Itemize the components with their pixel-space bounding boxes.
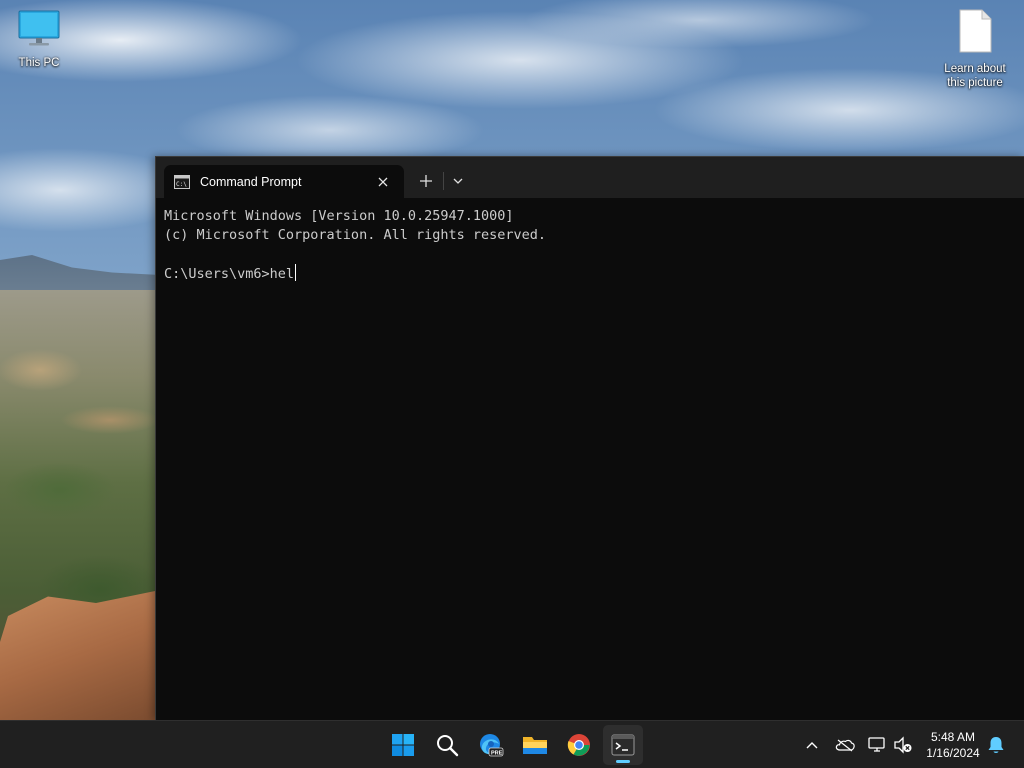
- chevron-up-icon: [806, 742, 818, 749]
- volume-muted-icon: [894, 736, 912, 754]
- edge-preview-button[interactable]: PRE: [471, 725, 511, 765]
- search-button[interactable]: [427, 725, 467, 765]
- clock-date: 1/16/2024: [926, 746, 980, 760]
- onedrive-button[interactable]: [833, 733, 857, 757]
- terminal-tab-bar: C:\ Command Prompt: [156, 157, 1024, 198]
- chrome-button[interactable]: [559, 725, 599, 765]
- console-line: (c) Microsoft Corporation. All rights re…: [164, 227, 547, 243]
- console-prompt-line[interactable]: C:\Users\vm6>hel: [164, 264, 1016, 284]
- cmd-icon: C:\: [174, 174, 190, 189]
- terminal-taskbar-button[interactable]: [603, 725, 643, 765]
- chrome-icon: [567, 734, 590, 756]
- taskbar: PRE 5:48 AM 1/16/2024: [0, 720, 1024, 768]
- close-tab-button[interactable]: [372, 171, 394, 193]
- console-output[interactable]: Microsoft Windows [Version 10.0.25947.10…: [156, 198, 1024, 293]
- close-icon: [378, 177, 388, 186]
- volume-button[interactable]: [891, 733, 915, 757]
- desktop-icon-this-pc[interactable]: This PC: [1, 8, 77, 70]
- wallpaper-cliff: [0, 590, 160, 720]
- edge-pre-badge: PRE: [491, 750, 503, 756]
- file-explorer-button[interactable]: [515, 725, 555, 765]
- clock[interactable]: 5:48 AM 1/16/2024: [918, 729, 988, 761]
- svg-text:C:\: C:\: [176, 181, 187, 188]
- search-icon: [437, 735, 459, 757]
- tab-dropdown-button[interactable]: [446, 169, 470, 193]
- new-tab-button[interactable]: [414, 169, 438, 193]
- document-icon: [959, 9, 992, 53]
- plus-icon: [420, 175, 432, 187]
- tab-separator: [443, 172, 444, 190]
- onedrive-icon: [835, 739, 855, 752]
- chevron-down-icon: [453, 178, 463, 184]
- desktop-icon-learn-about-picture[interactable]: Learn about this picture: [937, 8, 1013, 90]
- windows-start-icon: [392, 734, 414, 756]
- network-button[interactable]: [865, 733, 889, 757]
- tab-title: Command Prompt: [200, 174, 302, 189]
- monitor-icon: [18, 10, 60, 46]
- command-input[interactable]: C:\Users\vm6>hel: [164, 266, 294, 282]
- folder-icon: [523, 737, 547, 754]
- terminal-window[interactable]: C:\ Command Prompt Microsoft Windows [Ve…: [155, 156, 1024, 720]
- terminal-icon: [611, 734, 635, 756]
- start-button[interactable]: [383, 725, 423, 765]
- desktop-icon-label: This PC: [18, 57, 60, 69]
- console-line: Microsoft Windows [Version 10.0.25947.10…: [164, 208, 514, 224]
- bell-icon: [988, 737, 1004, 753]
- show-hidden-icons-button[interactable]: [800, 733, 824, 757]
- desktop-icon-label: Learn about this picture: [944, 63, 1006, 89]
- text-cursor: [295, 264, 297, 281]
- network-icon: [868, 737, 885, 752]
- tab-command-prompt[interactable]: C:\ Command Prompt: [164, 165, 404, 198]
- edge-preview-icon: PRE: [480, 734, 504, 756]
- active-app-indicator: [616, 760, 630, 763]
- notifications-button[interactable]: [984, 733, 1008, 757]
- clock-time: 5:48 AM: [930, 730, 976, 744]
